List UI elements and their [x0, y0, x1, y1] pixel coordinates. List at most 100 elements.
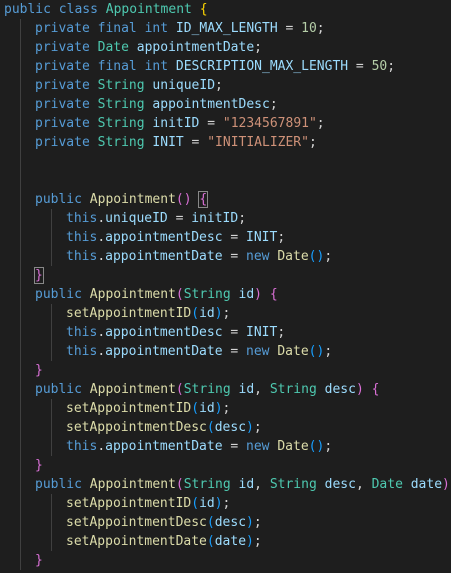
code-line[interactable]: this.appointmentDate = new Date(); [66, 247, 332, 266]
code-line[interactable]: private final int ID_MAX_LENGTH = 10; [35, 19, 325, 38]
code-line[interactable]: } [35, 361, 43, 380]
code-token: ; [308, 135, 317, 150]
code-line[interactable]: private String uniqueID; [35, 76, 223, 95]
code-token: class [58, 2, 98, 17]
code-token: ) [254, 287, 262, 302]
code-token: appointmentDate [105, 344, 223, 359]
code-token: uniqueID [105, 211, 168, 226]
code-line[interactable]: this.appointmentDesc = INIT; [66, 323, 285, 342]
code-token: id [238, 287, 255, 302]
code-token: public [35, 382, 82, 397]
code-token: new [246, 344, 270, 359]
code-token: setAppointmentDesc [66, 420, 207, 435]
code-line[interactable]: } [35, 456, 43, 475]
code-line[interactable]: setAppointmentDesc(desc); [66, 513, 262, 532]
code-line[interactable]: setAppointmentDesc(desc); [66, 418, 262, 437]
code-line[interactable]: } [35, 551, 43, 570]
code-line[interactable]: this.appointmentDate = new Date(); [66, 437, 332, 456]
code-token: ( [206, 534, 215, 549]
code-line[interactable]: public Appointment(String id, String des… [35, 380, 379, 399]
code-line[interactable]: setAppointmentID(id); [66, 399, 230, 418]
code-token: String [97, 78, 145, 93]
code-line[interactable]: setAppointmentDate(date); [66, 532, 262, 551]
code-token: , [254, 382, 270, 397]
code-token: this [66, 325, 98, 340]
code-token: ( [191, 401, 200, 416]
code-token: = [199, 116, 223, 131]
code-line[interactable]: setAppointmentID(id); [66, 304, 230, 323]
code-token: String [97, 135, 145, 150]
code-token: ; [222, 306, 231, 321]
code-token: , [355, 477, 372, 492]
code-token: = [222, 344, 247, 359]
code-token: 10 [301, 21, 317, 36]
code-editor[interactable]: public class Appointment {private final … [0, 0, 451, 573]
code-token: Appointment [89, 382, 176, 397]
code-token: ( [175, 287, 184, 302]
code-token: Appointment [89, 192, 176, 207]
code-token: ; [253, 534, 262, 549]
code-token: Appointment [89, 287, 176, 302]
code-token: ; [222, 496, 231, 511]
code-token: = [222, 439, 247, 454]
code-token: desc [324, 477, 356, 492]
code-token: ; [254, 40, 262, 55]
code-token: ; [277, 325, 286, 340]
code-line[interactable]: private Date appointmentDate; [35, 38, 262, 57]
code-token: ; [324, 249, 333, 264]
code-token: ( [175, 382, 184, 397]
code-token: INIT [152, 135, 184, 150]
code-token: ; [215, 78, 223, 93]
code-line[interactable]: this.uniqueID = initID; [66, 209, 246, 228]
code-line[interactable]: public Appointment() { [35, 190, 209, 209]
code-line[interactable]: setAppointmentID(id); [66, 494, 230, 513]
code-line[interactable]: private String initID = "1234567891"; [35, 114, 325, 133]
code-token: private [35, 40, 90, 55]
code-line[interactable]: public Appointment(String id) { [35, 285, 278, 304]
code-token: } [35, 553, 43, 568]
code-token: } [35, 363, 43, 378]
code-token: String [97, 116, 145, 131]
code-token: ) [214, 401, 223, 416]
code-token: appointmentDesc [105, 230, 223, 245]
code-token: private [35, 135, 90, 150]
code-line[interactable]: public Appointment(String id, String des… [35, 475, 450, 494]
code-token: { [371, 382, 380, 397]
code-token: ; [253, 420, 262, 435]
code-token: String [183, 477, 231, 492]
code-token: ) [214, 496, 223, 511]
code-line[interactable]: private String appointmentDesc; [35, 95, 278, 114]
code-token: . [97, 249, 106, 264]
code-token: ; [253, 515, 262, 530]
code-token: desc [214, 420, 247, 435]
code-token: INIT [246, 325, 278, 340]
code-token: ; [324, 439, 333, 454]
code-line[interactable]: private String INIT = "INITIALIZER"; [35, 133, 317, 152]
code-token: id [238, 382, 255, 397]
code-token: String [269, 382, 317, 397]
code-line[interactable]: this.appointmentDate = new Date(); [66, 342, 332, 361]
code-token: setAppointmentDesc [66, 515, 207, 530]
code-token: this [66, 211, 98, 226]
indent-guide [20, 19, 21, 570]
code-line[interactable]: this.appointmentDesc = INIT; [66, 228, 285, 247]
indent-guide [51, 399, 52, 456]
code-line[interactable]: } [34, 266, 44, 285]
code-token: ) [246, 515, 254, 530]
code-token: ( [206, 515, 215, 530]
code-token: { [199, 2, 208, 17]
code-token: Date [277, 439, 309, 454]
code-line[interactable]: public class Appointment { [4, 0, 208, 19]
code-token: int [144, 21, 169, 36]
code-line[interactable]: private final int DESCRIPTION_MAX_LENGTH… [35, 57, 395, 76]
code-token: = [183, 135, 208, 150]
